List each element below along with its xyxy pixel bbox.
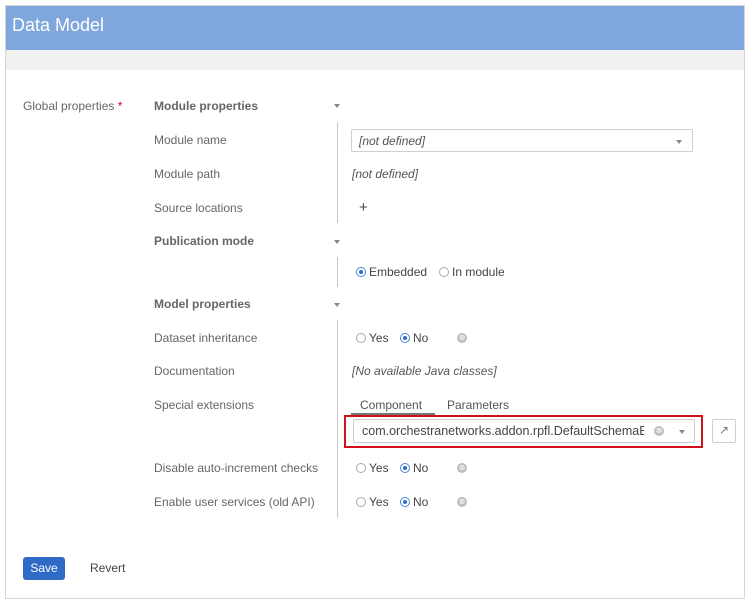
clear-disable-auto-increment-icon[interactable]: ⊗ bbox=[457, 463, 467, 473]
add-source-location-icon[interactable]: + bbox=[359, 199, 368, 216]
dataset-inheritance-no-label: No bbox=[413, 331, 429, 345]
module-name-value: [not defined] bbox=[359, 134, 426, 148]
dataset-inheritance-label: Dataset inheritance bbox=[154, 331, 258, 345]
radio-embedded[interactable] bbox=[356, 267, 366, 277]
special-extensions-select[interactable]: com.orchestranetworks.addon.rpfl.Default… bbox=[353, 419, 695, 443]
disable-auto-increment-no-label: No bbox=[413, 461, 429, 475]
chevron-down-icon bbox=[676, 140, 682, 144]
tab-component[interactable]: Component bbox=[360, 398, 422, 412]
embedded-label: Embedded bbox=[369, 265, 428, 279]
enable-user-services-no-label: No bbox=[413, 495, 429, 509]
radio-enable-user-services-yes[interactable] bbox=[356, 497, 366, 507]
header-subbar bbox=[6, 50, 744, 70]
clear-enable-user-services-icon[interactable]: ⊗ bbox=[457, 497, 467, 507]
module-path-label: Module path bbox=[154, 167, 221, 181]
clear-special-extensions-icon[interactable]: ⊗ bbox=[654, 426, 664, 436]
source-locations-label: Source locations bbox=[154, 201, 243, 215]
collapse-publication-mode-icon[interactable] bbox=[334, 240, 340, 244]
disable-auto-increment-label: Disable auto-increment checks bbox=[154, 461, 319, 475]
collapse-module-properties-icon[interactable] bbox=[334, 104, 340, 108]
radio-disable-auto-increment-yes[interactable] bbox=[356, 463, 366, 473]
external-link-icon: ↗ bbox=[719, 423, 730, 437]
field-divider bbox=[337, 257, 338, 287]
documentation-value: [No available Java classes] bbox=[352, 364, 497, 378]
in-module-label: In module bbox=[452, 265, 505, 279]
section-model-properties[interactable]: Model properties bbox=[154, 297, 251, 311]
required-mark: * bbox=[117, 99, 123, 113]
enable-user-services-yes-label: Yes bbox=[369, 495, 389, 509]
field-divider bbox=[337, 320, 338, 518]
chevron-down-icon bbox=[679, 430, 685, 434]
section-module-properties[interactable]: Module properties bbox=[154, 99, 258, 113]
revert-button[interactable]: Revert bbox=[90, 561, 125, 575]
field-divider bbox=[337, 122, 338, 223]
header-bar: Data Model bbox=[6, 6, 744, 50]
section-publication-mode[interactable]: Publication mode bbox=[154, 234, 254, 248]
collapse-model-properties-icon[interactable] bbox=[334, 303, 340, 307]
radio-enable-user-services-no[interactable] bbox=[400, 497, 410, 507]
radio-disable-auto-increment-no[interactable] bbox=[400, 463, 410, 473]
radio-in-module[interactable] bbox=[439, 267, 449, 277]
data-model-panel: Data Model bbox=[5, 5, 745, 599]
module-name-label: Module name bbox=[154, 133, 227, 147]
special-extensions-label: Special extensions bbox=[154, 398, 255, 412]
documentation-label: Documentation bbox=[154, 364, 235, 378]
open-external-button[interactable]: ↗ bbox=[712, 419, 736, 443]
save-button[interactable]: Save bbox=[23, 557, 65, 580]
global-properties-text: Global properties bbox=[23, 99, 115, 113]
clear-dataset-inheritance-icon[interactable]: ⊗ bbox=[457, 333, 467, 343]
tab-parameters[interactable]: Parameters bbox=[447, 398, 509, 412]
global-properties-label: Global properties * bbox=[23, 99, 122, 113]
enable-user-services-label: Enable user services (old API) bbox=[154, 495, 315, 509]
module-path-value: [not defined] bbox=[352, 167, 419, 181]
module-name-select[interactable]: [not defined] bbox=[351, 129, 693, 152]
page-title: Data Model bbox=[12, 15, 105, 35]
radio-dataset-inheritance-yes[interactable] bbox=[356, 333, 366, 343]
radio-dataset-inheritance-no[interactable] bbox=[400, 333, 410, 343]
special-extensions-value: com.orchestranetworks.addon.rpfl.Default… bbox=[362, 424, 644, 438]
dataset-inheritance-yes-label: Yes bbox=[369, 331, 389, 345]
disable-auto-increment-yes-label: Yes bbox=[369, 461, 389, 475]
